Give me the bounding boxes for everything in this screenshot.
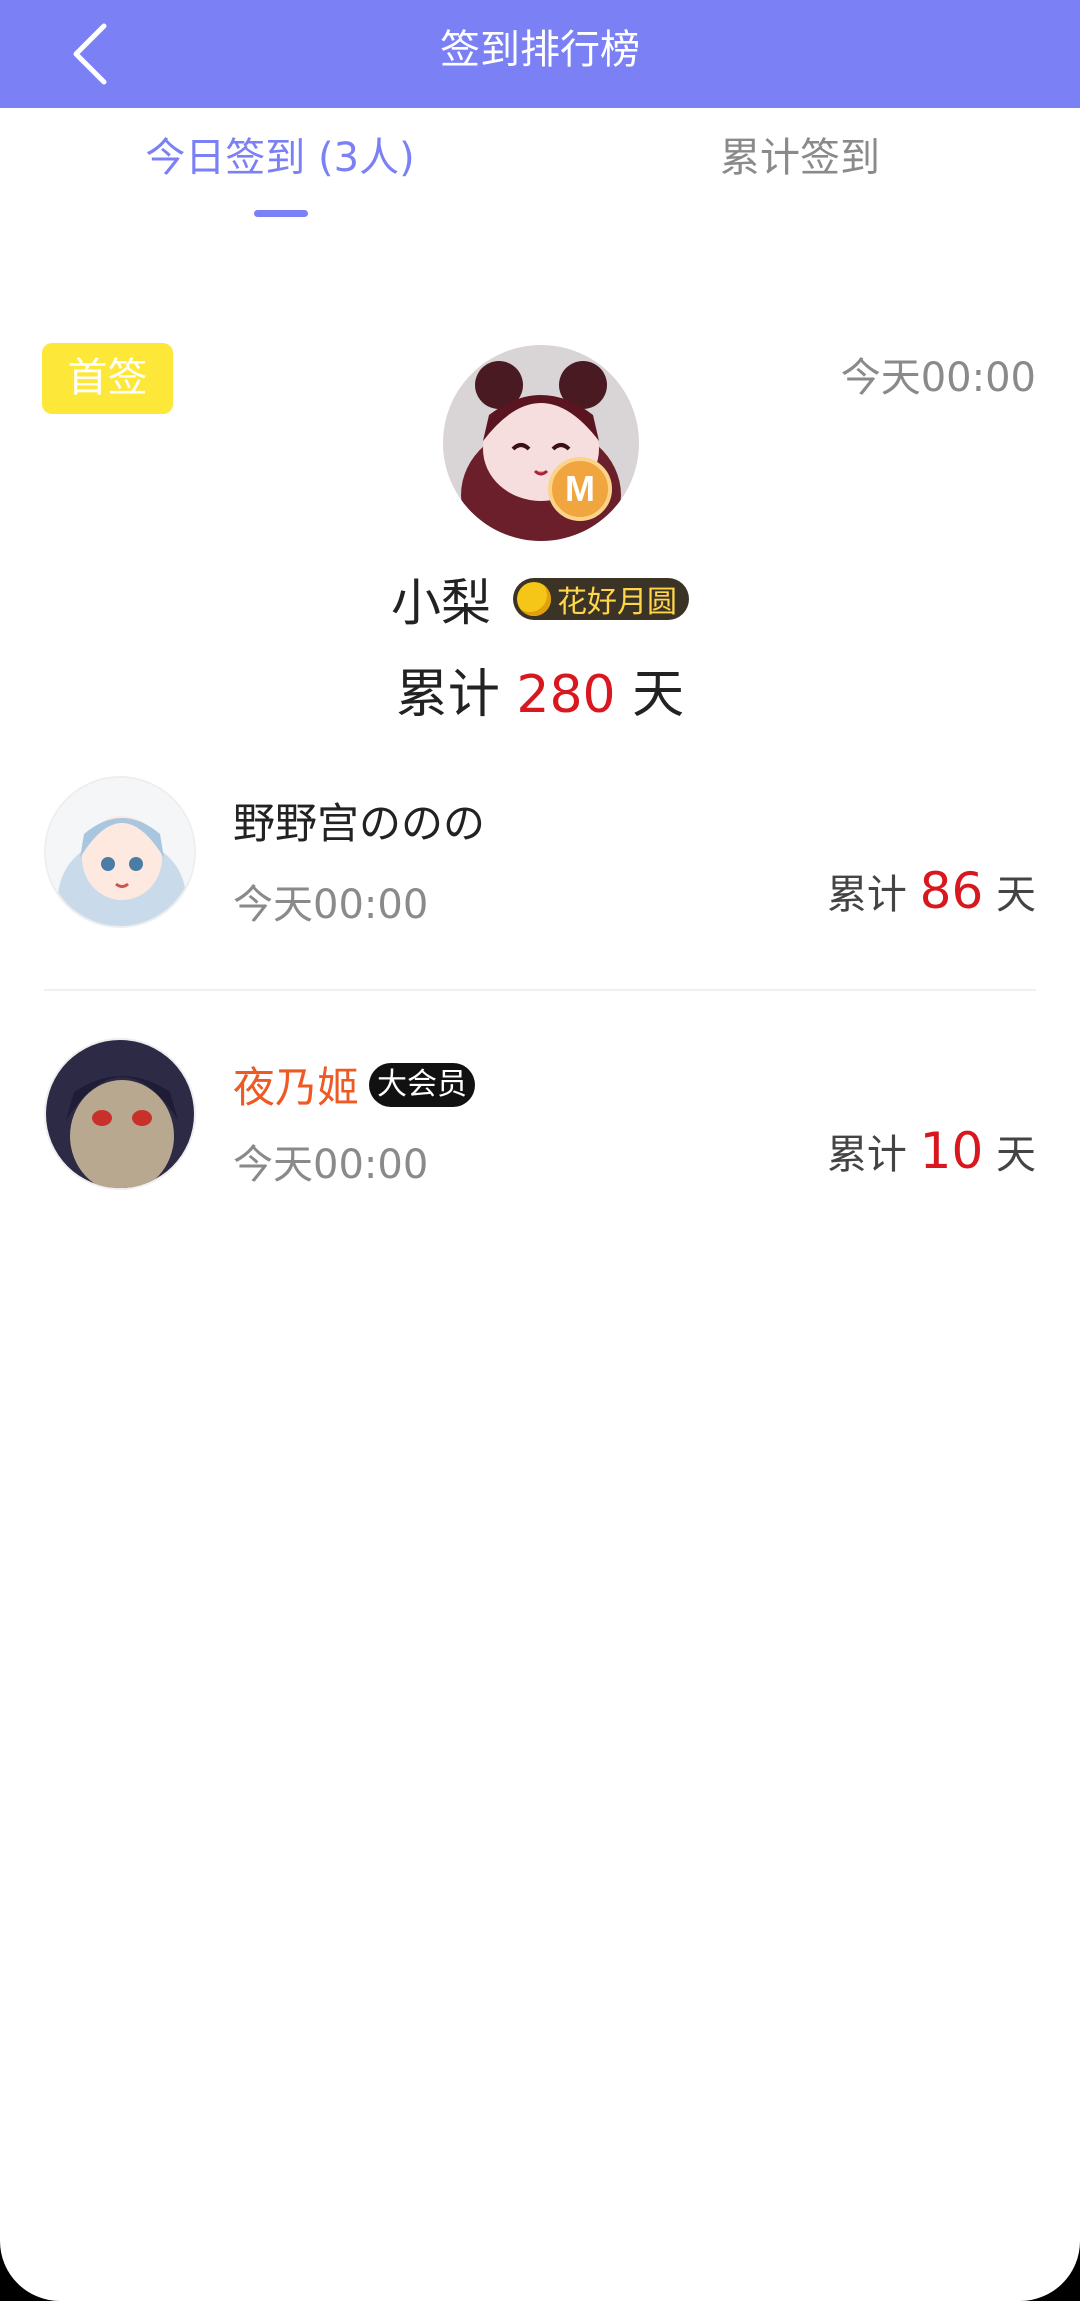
- user-name-text: 夜乃姬: [233, 1063, 360, 1112]
- active-tab-indicator: [254, 210, 308, 217]
- total-suffix: 天: [632, 665, 685, 725]
- avatar-first-user[interactable]: [443, 345, 639, 541]
- first-user-name-row: 小梨 花好月圆: [0, 563, 1080, 635]
- avatar-image: [443, 345, 639, 541]
- total-suffix: 天: [996, 872, 1036, 918]
- total-prefix: 累计: [826, 1132, 907, 1178]
- medal-badge: 花好月圆: [513, 578, 689, 620]
- coin-m-icon: M: [548, 457, 612, 521]
- avatar-image: [46, 778, 194, 926]
- user-name[interactable]: 野野宫ののの: [233, 790, 485, 851]
- first-user-total: 累计 280 天: [0, 652, 1080, 727]
- page-title: 签到排行榜: [440, 27, 640, 73]
- total-prefix: 累计: [826, 872, 907, 918]
- avatar[interactable]: [44, 1038, 196, 1190]
- total-days: 280: [516, 665, 616, 725]
- tab-total[interactable]: 累计签到: [600, 125, 1000, 205]
- list-item[interactable]: 夜乃姬 大会员 今天00:00 累计 10 天: [0, 1030, 1080, 1220]
- sign-time: 今天00:00: [233, 882, 429, 928]
- user-name-text: 野野宫ののの: [233, 799, 486, 848]
- list-item[interactable]: 野野宫ののの 今天00:00 累计 86 天: [0, 770, 1080, 960]
- medal-label: 花好月圆: [557, 585, 677, 620]
- avatar[interactable]: [44, 776, 196, 928]
- avatar-image: [46, 1040, 194, 1188]
- tab-today[interactable]: 今日签到 (3人): [80, 125, 480, 205]
- divider: [44, 989, 1036, 991]
- total-count: 累计 86 天: [827, 862, 1036, 920]
- app-header: 签到排行榜: [0, 0, 1080, 108]
- total-count: 累计 10 天: [827, 1122, 1036, 1180]
- total-days: 86: [919, 862, 984, 920]
- total-days: 10: [919, 1122, 984, 1180]
- moon-icon: [517, 582, 551, 616]
- screen: 签到排行榜 今日签到 (3人) 累计签到 首签 今天00:00 M 小梨 花好月…: [0, 0, 1080, 2301]
- first-sign-badge: 首签: [42, 343, 173, 414]
- user-name[interactable]: 夜乃姬 大会员: [233, 1054, 476, 1115]
- total-prefix: 累计: [395, 665, 500, 725]
- total-suffix: 天: [996, 1132, 1036, 1178]
- first-user-name[interactable]: 小梨: [391, 563, 491, 635]
- vip-badge: 大会员: [369, 1062, 476, 1107]
- first-sign-time: 今天00:00: [840, 355, 1036, 401]
- sign-time: 今天00:00: [233, 1142, 429, 1188]
